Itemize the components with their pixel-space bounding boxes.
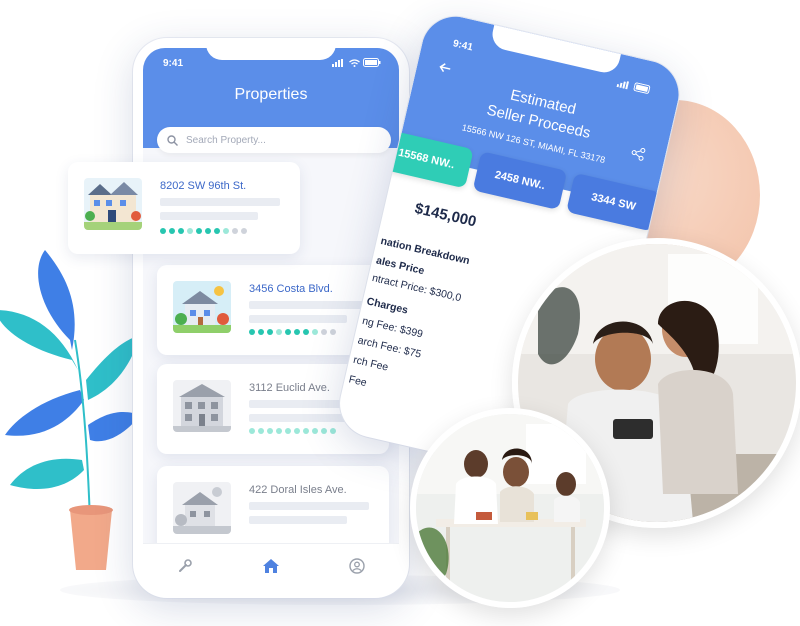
placeholder-bar bbox=[249, 516, 347, 524]
property-card-96th[interactable]: 8202 SW 96th St. bbox=[68, 162, 300, 254]
placeholder-bar bbox=[249, 301, 369, 309]
signal-icon bbox=[332, 58, 343, 67]
status-time: 9:41 bbox=[163, 58, 184, 69]
battery-icon bbox=[363, 58, 381, 67]
placeholder-bar bbox=[160, 212, 258, 220]
bottom-tab-bar bbox=[143, 543, 399, 588]
user-icon[interactable] bbox=[348, 558, 365, 574]
wifi-icon bbox=[349, 58, 360, 67]
search-input[interactable]: Search Property... bbox=[157, 127, 391, 153]
search-placeholder: Search Property... bbox=[186, 134, 266, 146]
property-address: 422 Doral Isles Ave. bbox=[249, 484, 347, 496]
rating-dots bbox=[249, 329, 336, 335]
house-icon bbox=[173, 281, 231, 333]
status-icons bbox=[332, 58, 381, 67]
line-value: rch Fee bbox=[352, 353, 390, 374]
house-icon bbox=[84, 178, 142, 230]
house-thumbnail bbox=[173, 281, 231, 333]
wrench-icon[interactable] bbox=[177, 558, 193, 574]
placeholder-bar bbox=[249, 502, 369, 510]
house-thumbnail bbox=[173, 380, 231, 432]
family-photo-image bbox=[416, 414, 604, 602]
family-photo bbox=[410, 408, 610, 608]
placeholder-bar bbox=[160, 198, 280, 206]
property-address: 3112 Euclid Ave. bbox=[249, 382, 330, 394]
line-value: Fee bbox=[347, 373, 368, 390]
placeholder-bar bbox=[249, 414, 347, 422]
house-icon bbox=[173, 482, 231, 534]
plant-illustration bbox=[0, 250, 140, 570]
phone-notch bbox=[206, 38, 336, 60]
page-title: Properties bbox=[234, 86, 308, 103]
proceeds-amount: $145,000 bbox=[413, 199, 478, 231]
home-icon[interactable] bbox=[262, 558, 280, 574]
property-address: 3456 Costa Blvd. bbox=[249, 283, 333, 295]
property-address: 8202 SW 96th St. bbox=[160, 180, 247, 192]
house-icon bbox=[173, 380, 231, 432]
rating-dots bbox=[160, 228, 247, 234]
house-thumbnail bbox=[173, 482, 231, 534]
search-icon bbox=[167, 134, 178, 146]
rating-dots bbox=[249, 428, 336, 434]
placeholder-bar bbox=[249, 315, 347, 323]
section-heading: Charges bbox=[365, 295, 410, 317]
house-thumbnail bbox=[84, 178, 142, 230]
